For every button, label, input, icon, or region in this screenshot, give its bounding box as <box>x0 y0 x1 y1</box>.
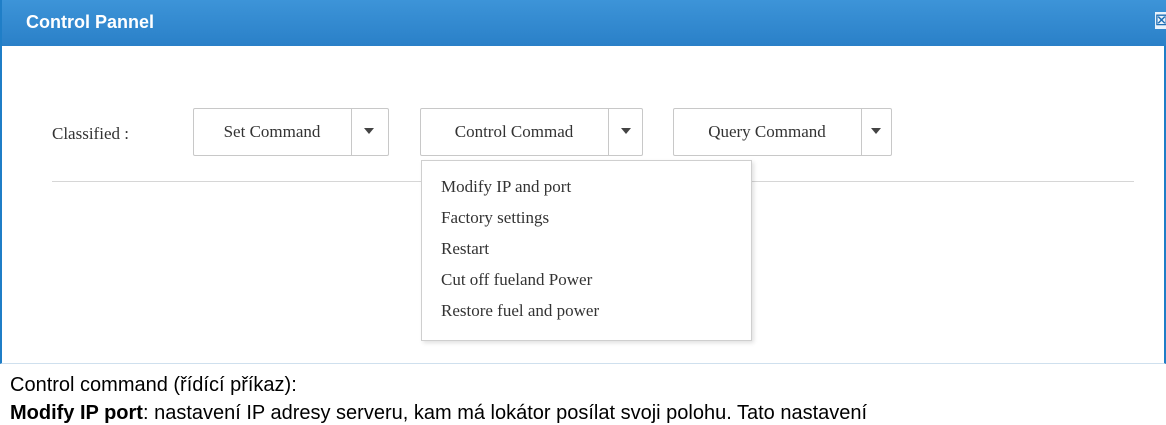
desc-bold-term: Modify IP port <box>10 402 143 424</box>
query-command-label: Query Command <box>708 122 826 141</box>
classified-label: Classified : <box>52 124 129 143</box>
desc-text: : nastavení IP adresy serveru, kam má lo… <box>142 402 868 424</box>
chevron-down-icon[interactable] <box>364 128 374 134</box>
title-bar: Control Pannel ☒ <box>2 0 1166 46</box>
dropdown-separator <box>608 109 609 155</box>
control-panel-window: Control Pannel ☒ Classified : Set Comman… <box>0 0 1166 364</box>
dropdown-separator <box>351 109 352 155</box>
set-command-label: Set Command <box>223 122 321 141</box>
chevron-down-icon[interactable] <box>871 128 881 134</box>
query-command-dropdown[interactable]: Query Command <box>673 108 892 156</box>
chevron-down-icon[interactable] <box>621 128 631 134</box>
document-description: Modify IP port: nastavení IP adresy serv… <box>10 402 867 425</box>
window-title: Control Pannel <box>26 12 155 32</box>
control-command-menu: Modify IP and port Factory settings Rest… <box>421 160 752 341</box>
menu-item-factory-settings[interactable]: Factory settings <box>441 204 549 232</box>
set-command-dropdown[interactable]: Set Command <box>193 108 389 156</box>
close-icon[interactable]: ☒ <box>1155 12 1166 29</box>
dropdown-separator <box>861 109 862 155</box>
menu-item-restart[interactable]: Restart <box>441 235 489 263</box>
document-caption: Control command (řídící příkaz): <box>10 374 297 396</box>
control-command-label: Control Commad <box>454 122 574 141</box>
menu-item-cut-off-fuel-power[interactable]: Cut off fueland Power <box>441 266 592 294</box>
menu-item-modify-ip-port[interactable]: Modify IP and port <box>441 173 571 201</box>
control-command-dropdown[interactable]: Control Commad <box>420 108 643 156</box>
menu-item-restore-fuel-power[interactable]: Restore fuel and power <box>441 297 599 325</box>
